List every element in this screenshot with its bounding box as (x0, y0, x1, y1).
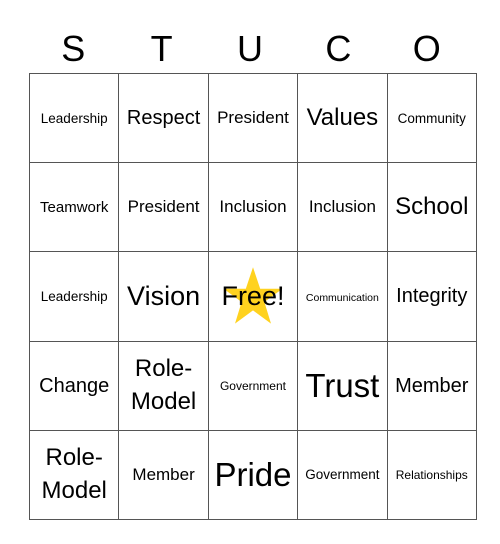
cell-label: Relationships (395, 468, 468, 483)
bingo-cell[interactable]: Inclusion (207, 162, 299, 253)
cell-label: Values (306, 103, 379, 131)
cell-label: President (127, 197, 200, 217)
bingo-cell[interactable]: President (118, 162, 209, 253)
bingo-cell[interactable]: Teamwork (28, 162, 120, 253)
cell-label: Pride (214, 456, 292, 494)
bingo-cell[interactable]: School (386, 162, 477, 253)
cell-label: Government (219, 379, 286, 394)
bingo-cell[interactable]: Role- Model (28, 429, 120, 520)
cell-label: Government (305, 467, 380, 483)
bingo-row: Teamwork President Inclusion Inclusion S… (28, 162, 477, 253)
header-letter-s: S (61, 28, 86, 69)
cell-label: Teamwork (40, 198, 109, 216)
cell-label: Communication (305, 291, 379, 304)
header-letter-t: T (150, 28, 173, 69)
bingo-header: S T U C O (29, 26, 471, 72)
cell-label: Inclusion (219, 197, 287, 217)
bingo-cell[interactable]: Role- Model (118, 340, 209, 431)
bingo-cell[interactable]: Values (297, 72, 388, 164)
cell-label: Integrity (396, 285, 468, 308)
cell-label: Vision (127, 281, 201, 312)
cell-label: Respect (126, 107, 201, 130)
bingo-cell[interactable]: Respect (118, 72, 209, 164)
cell-label: Member (395, 374, 469, 397)
bingo-row: Role- Model Member Pride Government Relat… (28, 429, 477, 520)
cell-label: Role- Model (130, 355, 197, 415)
bingo-cell[interactable]: Community (386, 72, 477, 164)
cell-label: Community (397, 110, 466, 126)
bingo-cell[interactable]: Pride (207, 429, 299, 520)
bingo-cell[interactable]: Leadership (28, 251, 120, 342)
bingo-cell[interactable]: Change (28, 340, 120, 431)
bingo-cell[interactable]: Government (297, 429, 388, 520)
cell-label: Leadership (40, 110, 108, 126)
cell-label: President (217, 107, 289, 127)
bingo-cell[interactable]: Member (118, 429, 209, 520)
bingo-cell[interactable]: Leadership (28, 72, 120, 164)
bingo-row: Change Role- Model Government Trust Membe… (28, 340, 477, 431)
cell-label: Leadership (40, 288, 108, 304)
header-letter-o: O (412, 28, 441, 69)
bingo-row: Leadership Vision Free! Communication In… (28, 251, 477, 342)
free-cell[interactable]: Free! (207, 251, 299, 342)
bingo-cell[interactable]: Integrity (386, 251, 477, 342)
free-label: Free! (221, 281, 285, 312)
cell-label: Change (39, 374, 110, 397)
bingo-cell[interactable]: Government (207, 340, 299, 431)
bingo-card: Leadership Respect President Values Comm… (28, 72, 477, 520)
cell-label: Trust (305, 366, 380, 404)
bingo-cell[interactable]: Inclusion (297, 162, 388, 253)
cell-label: School (395, 192, 469, 220)
bingo-cell[interactable]: Relationships (386, 429, 477, 520)
bingo-cell[interactable]: President (207, 72, 299, 164)
bingo-cell[interactable]: Communication (297, 251, 388, 342)
bingo-cell[interactable]: Member (386, 340, 477, 431)
bingo-cell[interactable]: Trust (297, 340, 388, 431)
header-letter-c: C (325, 28, 352, 69)
cell-label: Member (132, 464, 195, 484)
header-letter-u: U (236, 28, 263, 69)
cell-label: Inclusion (308, 197, 376, 217)
bingo-row: Leadership Respect President Values Comm… (28, 72, 477, 164)
cell-label: Role- Model (41, 444, 107, 504)
bingo-cell[interactable]: Vision (118, 251, 209, 342)
